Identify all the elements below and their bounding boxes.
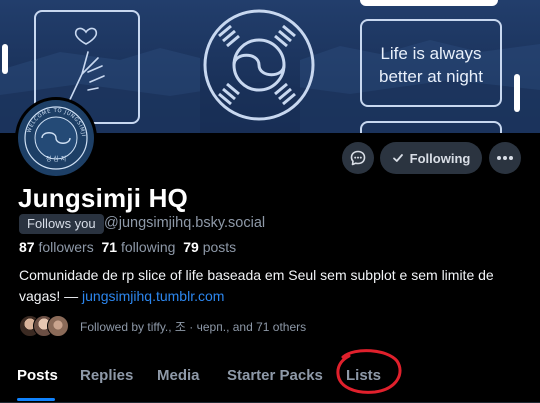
banner-side-bar-left — [2, 44, 8, 74]
avatar-seal-image: WELCOME TO JUNGSIMJI 정 심 지 — [18, 100, 94, 176]
following-link[interactable]: 71 following — [102, 239, 176, 255]
posts-label: posts — [202, 239, 237, 255]
handle[interactable]: @jungsimjihq.bsky.social — [104, 215, 265, 231]
tab-starter-packs[interactable]: Starter Packs — [227, 367, 323, 384]
following-button-label: Following — [409, 150, 471, 166]
banner-frame-lower — [360, 121, 502, 133]
chat-icon — [350, 150, 366, 166]
taegeuk-icon — [203, 9, 315, 121]
following-label: following — [120, 239, 176, 255]
check-icon — [392, 154, 403, 162]
display-name: Jungsimji HQ — [18, 183, 188, 213]
banner-caption: Life is always better at night — [362, 42, 500, 88]
annotation-circle — [336, 349, 402, 394]
posts-count: 79 — [183, 239, 199, 255]
banner-caption-line2: better at night — [379, 67, 483, 86]
following-count: 71 — [101, 239, 118, 255]
profile-bio: Comunidade de rp slice of life baseada e… — [19, 265, 529, 307]
tab-posts[interactable]: Posts — [17, 367, 58, 384]
active-tab-indicator — [17, 398, 55, 401]
tab-media[interactable]: Media — [157, 367, 200, 384]
tab-replies[interactable]: Replies — [80, 367, 133, 384]
followed-by-text: Followed by tiffy., 조 · черп., and 71 ot… — [80, 319, 307, 334]
followers-label: followers — [38, 239, 94, 255]
avatar-text-bottom: 정 심 지 — [46, 155, 66, 163]
following-button[interactable]: Following — [380, 142, 482, 174]
more-options-button[interactable] — [489, 142, 521, 174]
profile-tabs: Posts Replies Media Starter Packs Lists — [0, 362, 540, 403]
followed-by-row[interactable]: Followed by tiffy., 조 · черп., and 71 ot… — [19, 313, 306, 339]
more-icon — [497, 156, 513, 160]
followers-link[interactable]: 87 followers — [19, 239, 94, 255]
banner-top-pill — [360, 0, 498, 6]
banner-side-bar — [514, 74, 520, 112]
follows-you-badge: Follows you — [19, 214, 104, 234]
follower-avatar — [47, 315, 69, 337]
avatar[interactable]: WELCOME TO JUNGSIMJI 정 심 지 — [15, 97, 97, 179]
posts-stat: 79 posts — [183, 239, 236, 255]
profile-stats: 87 followers 71 following 79 posts — [19, 239, 236, 255]
message-button[interactable] — [342, 142, 374, 174]
followers-count: 87 — [19, 239, 35, 255]
bio-link[interactable]: jungsimjihq.tumblr.com — [82, 288, 224, 304]
banner-caption-line1: Life is always — [380, 44, 482, 63]
